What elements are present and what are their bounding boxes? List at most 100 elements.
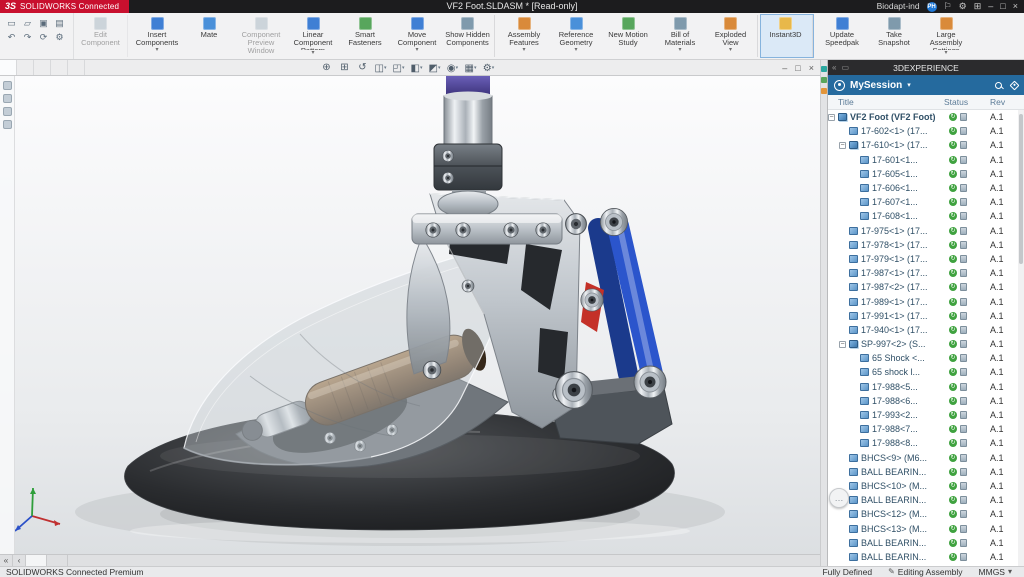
collapse-panel-icon[interactable]: « (832, 63, 836, 72)
tree-row[interactable]: BALL BEARIN... ↻ A.1 (828, 465, 1018, 479)
tree-row[interactable]: 17-993<2... ↻ A.1 (828, 408, 1018, 422)
expand-toggle-icon[interactable] (839, 340, 846, 348)
ribbon-button[interactable]: Show Hidden Components (443, 15, 495, 57)
file-explorer-tab-icon[interactable] (821, 88, 827, 94)
search-icon[interactable] (995, 81, 1002, 89)
tree-row[interactable]: 17-606<1... ↻ A.1 (828, 181, 1018, 195)
expand-toggle-icon[interactable] (839, 141, 846, 149)
study-tab[interactable] (47, 555, 68, 566)
tree-row[interactable]: 17-601<1... ↻ A.1 (828, 153, 1018, 167)
commandmanager-tab[interactable] (17, 60, 34, 75)
commandmanager-tab[interactable] (34, 60, 51, 75)
property-manager-tab-icon[interactable] (2, 94, 12, 103)
ribbon-button[interactable]: Move Component (391, 15, 443, 57)
scrollbar-thumb[interactable] (1019, 114, 1023, 264)
expand-toggle-icon[interactable] (828, 113, 835, 121)
ribbon-button[interactable]: Smart Fasteners (339, 15, 391, 57)
open-document-icon[interactable]: ▱ (21, 17, 34, 29)
model-render[interactable] (0, 76, 820, 554)
ribbon-button[interactable]: Large Assembly Settings (920, 15, 972, 57)
tree-row[interactable]: 17-607<1... ↻ A.1 (828, 195, 1018, 209)
notifications-icon[interactable]: ⚐ (944, 0, 952, 13)
tree-row[interactable]: 17-979<1> (17... ↻ A.1 (828, 252, 1018, 266)
tree-row[interactable]: SP-997<2> (S... ↻ A.1 (828, 337, 1018, 351)
tree-row[interactable]: 17-978<1> (17... ↻ A.1 (828, 238, 1018, 252)
minimize-window-icon[interactable]: – (782, 60, 787, 76)
tree-row[interactable]: 17-989<1> (17... ↻ A.1 (828, 294, 1018, 308)
assistant-bubble[interactable]: … (829, 488, 849, 508)
close-icon[interactable]: × (1013, 0, 1018, 13)
configuration-manager-tab-icon[interactable] (2, 107, 12, 116)
scroll-tabs-start-icon[interactable]: « (0, 555, 13, 566)
apps-grid-icon[interactable]: ⊞ (974, 0, 982, 13)
tree-row[interactable]: 17-975<1> (17... ↻ A.1 (828, 224, 1018, 238)
ribbon-button[interactable]: Exploded View (706, 15, 758, 57)
tree-row[interactable]: 17-988<5... ↻ A.1 (828, 380, 1018, 394)
tree-row[interactable]: BALL BEARIN... ↻ A.1 (828, 493, 1018, 507)
tree-row[interactable]: 65 Shock <... ↻ A.1 (828, 351, 1018, 365)
ribbon-button[interactable]: Component Preview Window (235, 15, 287, 57)
compass-icon[interactable] (834, 79, 845, 91)
display-style-icon[interactable]: ◧ (408, 60, 425, 77)
top-plate[interactable] (411, 213, 563, 245)
tree-row[interactable]: 65 shock l... ↻ A.1 (828, 365, 1018, 379)
dimxpert-manager-tab-icon[interactable] (2, 120, 12, 129)
tree-row[interactable]: BALL BEARIN... ↻ A.1 (828, 550, 1018, 564)
tree-row[interactable]: BHCS<12> (M... ↻ A.1 (828, 507, 1018, 521)
ribbon-button[interactable]: Reference Geometry (550, 15, 602, 57)
graphics-viewport[interactable] (0, 76, 820, 554)
ribbon-button[interactable]: Mate (183, 15, 235, 57)
tree-row[interactable]: BHCS<10> (M... ↻ A.1 (828, 479, 1018, 493)
commandmanager-tab[interactable] (51, 60, 68, 75)
tree-row[interactable]: BHCS<13> (M... ↻ A.1 (828, 521, 1018, 535)
commandmanager-tab[interactable] (68, 60, 85, 75)
user-avatar[interactable]: PH (926, 1, 937, 12)
rebuild-icon[interactable]: ⟳ (37, 31, 50, 43)
tree-row[interactable]: 17-610<1> (17... ↻ A.1 (828, 138, 1018, 152)
edit-appearance-icon[interactable]: ◉ (444, 60, 461, 77)
restore-window-icon[interactable]: □ (795, 60, 800, 76)
save-icon[interactable]: ▣ (37, 17, 50, 29)
editing-mode[interactable]: ✎ Editing Assembly (888, 567, 962, 577)
undo-icon[interactable]: ↶ (5, 31, 18, 43)
print-icon[interactable]: ▤ (53, 17, 66, 29)
zoom-to-area-icon[interactable]: ⊞ (336, 60, 353, 76)
previous-view-icon[interactable]: ↺ (354, 60, 371, 76)
feature-manager-strip[interactable] (0, 76, 15, 554)
hide-show-items-icon[interactable]: ◩ (426, 60, 443, 77)
account-name[interactable]: Biodapt-ind (877, 0, 920, 13)
column-rev[interactable]: Rev (990, 97, 1018, 107)
units-selector[interactable]: MMGS ▾ (979, 567, 1012, 577)
panel-splitter[interactable] (820, 60, 828, 566)
tree-row[interactable]: 17-605<1... ↻ A.1 (828, 167, 1018, 181)
ribbon-button[interactable]: Bill of Materials (654, 15, 706, 57)
feature-manager-tab-icon[interactable] (2, 81, 12, 90)
column-status[interactable]: Status (944, 97, 990, 107)
panel-scrollbar[interactable] (1018, 110, 1024, 566)
scroll-tabs-left-icon[interactable]: ‹ (13, 555, 26, 566)
tree-row[interactable]: 17-988<8... ↻ A.1 (828, 436, 1018, 450)
view-settings-icon[interactable]: ⚙ (480, 60, 497, 77)
apply-scene-icon[interactable]: ▦ (462, 60, 479, 77)
ribbon-button[interactable]: New Motion Study (602, 15, 654, 57)
tree-row[interactable]: 17-940<1> (17... ↻ A.1 (828, 323, 1018, 337)
ribbon-button[interactable]: Assembly Features (498, 15, 550, 57)
section-view-icon[interactable]: ◫ (372, 60, 389, 77)
tag-icon[interactable] (1009, 80, 1020, 90)
ribbon-button[interactable]: Linear Component Pattern (287, 15, 339, 57)
design-library-tab-icon[interactable] (821, 77, 827, 83)
tree-row[interactable]: 17-608<1... ↻ A.1 (828, 209, 1018, 223)
new-document-icon[interactable]: ▭ (5, 17, 18, 29)
options-icon[interactable]: ⚙ (53, 31, 66, 43)
tree-row[interactable]: BALL BEARIN... ↻ A.1 (828, 536, 1018, 550)
study-tab[interactable] (26, 555, 47, 566)
close-window-icon[interactable]: × (809, 60, 814, 76)
commandmanager-tab[interactable] (0, 60, 17, 75)
minimize-icon[interactable]: – (988, 0, 993, 13)
ribbon-button[interactable]: Instant3D (760, 14, 814, 58)
view-orientation-icon[interactable]: ◰ (390, 60, 407, 77)
ribbon-button[interactable]: Take Snapshot (868, 15, 920, 57)
tree-row[interactable]: 17-991<1> (17... ↻ A.1 (828, 309, 1018, 323)
tree-row[interactable]: 17-988<7... ↻ A.1 (828, 422, 1018, 436)
tree-row[interactable]: VF2 Foot (VF2 Foot) ↻ A.1 (828, 110, 1018, 124)
